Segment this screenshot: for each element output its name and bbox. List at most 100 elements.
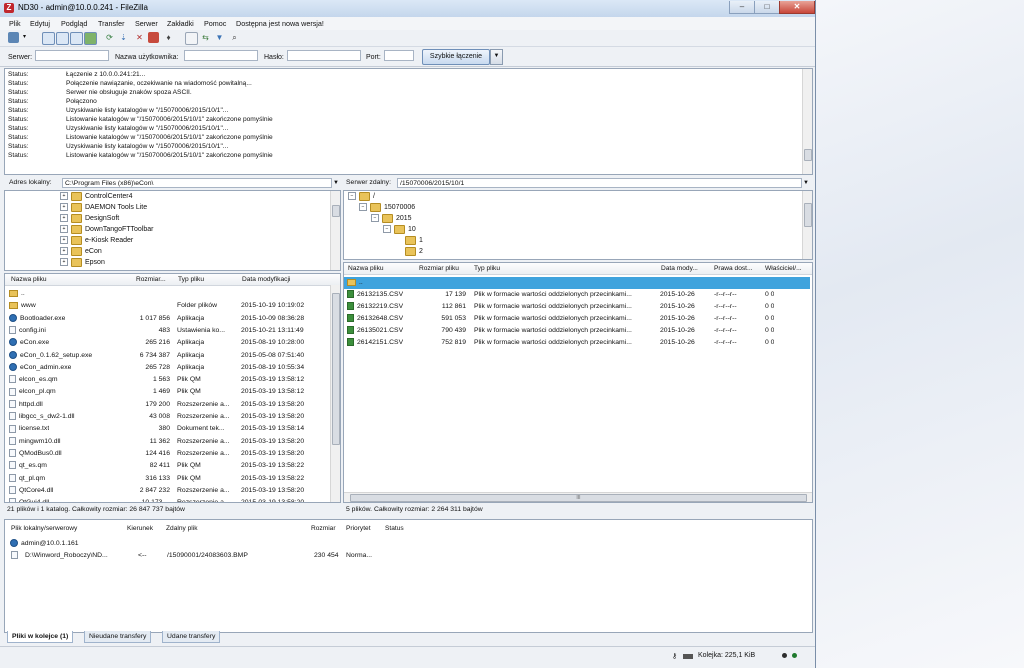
local-file-row[interactable]: QtCore4.dll 2 847 232 Rozszerzenie a... 201… [5, 485, 330, 497]
chevron-down-icon[interactable]: ▼ [802, 178, 810, 188]
local-file-scrollbar[interactable] [330, 285, 340, 502]
host-input[interactable] [35, 50, 109, 61]
log-scrollbar[interactable] [802, 69, 812, 174]
local-file-row[interactable]: httpd.dll 179 200 Rozszerzenie a... 2015-03… [5, 399, 330, 411]
tree-item[interactable]: 2 [405, 246, 423, 257]
remote-tree-scrollbar[interactable] [802, 191, 812, 259]
local-file-row[interactable]: license.txt 380 Dokument tek... 2015-03-19 … [5, 423, 330, 435]
filter-icon[interactable]: ▼ [214, 32, 225, 43]
tree-item[interactable]: + ControlCenter4 [60, 191, 132, 202]
column-header-size[interactable]: Rozmiar pliku [419, 265, 459, 272]
process-queue-icon[interactable]: ⇣ [118, 32, 129, 43]
dropdown-icon[interactable]: ▾ [21, 32, 28, 43]
expand-icon[interactable]: − [348, 192, 356, 201]
username-input[interactable] [184, 50, 258, 61]
queue-header-status[interactable]: Status [385, 525, 404, 532]
local-file-row[interactable]: elcon_es.qm 1 563 Plik QM 2015-03-19 13:58:… [5, 374, 330, 386]
column-header-date[interactable]: Data mody... [661, 265, 698, 272]
remote-hscroll-thumb[interactable]: III [350, 494, 807, 502]
directory-comparison-icon[interactable] [185, 32, 198, 45]
site-manager-icon[interactable] [8, 32, 19, 43]
tree-item[interactable]: − 10 [383, 224, 416, 235]
local-address-input[interactable]: C:\Program Files (x86)\eCon\ [62, 178, 332, 188]
queue-server-row[interactable]: admin@10.0.1.161 [10, 538, 79, 550]
remote-file-row[interactable]: 26132219.CSV 112 861 Plik w formacie warto… [344, 301, 810, 313]
local-file-row[interactable]: mingwm10.dll 11 362 Rozszerzenie a... 2015-… [5, 436, 330, 448]
local-file-row[interactable]: qt_pl.qm 316 133 Plik QM 2015-03-19 13:58:2… [5, 473, 330, 485]
local-file-row[interactable]: elcon_pl.qm 1 469 Plik QM 2015-03-19 13:58:… [5, 386, 330, 398]
menu-view[interactable]: Podgląd [61, 19, 87, 28]
expand-icon[interactable]: + [60, 214, 68, 223]
local-file-row[interactable]: .. [5, 288, 330, 300]
tree-item[interactable]: − 15070006 [359, 202, 415, 213]
local-file-row[interactable]: eCon.exe 265 216 Aplikacja 2015-08-19 10:28… [5, 337, 330, 349]
password-input[interactable] [287, 50, 361, 61]
tree-item[interactable]: + Epson [60, 257, 105, 268]
column-header-date[interactable]: Data modyfikacji [242, 276, 290, 283]
tree-item[interactable]: + e-Kiosk Reader [60, 235, 133, 246]
tree-item[interactable]: + DownTangoFTToolbar [60, 224, 153, 235]
expand-icon[interactable]: + [60, 258, 68, 267]
column-header-size[interactable]: Rozmiar... [136, 276, 166, 283]
local-file-row[interactable]: eCon_admin.exe 265 728 Aplikacja 2015-08-19… [5, 362, 330, 374]
local-file-row[interactable]: eCon_0.1.62_setup.exe 6 734 387 Aplikacja 2… [5, 350, 330, 362]
maximize-button[interactable]: □ [754, 1, 780, 14]
column-header-name[interactable]: Nazwa pliku [11, 276, 47, 283]
local-file-row[interactable]: qt_es.qm 82 411 Plik QM 2015-03-19 13:58:22 [5, 460, 330, 472]
tree-item[interactable]: − 2015 [371, 213, 412, 224]
sync-browsing-icon[interactable]: ⇆ [200, 32, 211, 43]
remote-tree-scroll-thumb[interactable] [804, 203, 812, 227]
local-file-row[interactable]: QtGui4.dll 10 173 ... Rozszerzenie a... 201… [5, 497, 330, 502]
menu-new-version[interactable]: Dostępna jest nowa wersja! [236, 19, 324, 28]
quickconnect-button[interactable]: Szybkie łączenie [422, 49, 490, 65]
menu-help[interactable]: Pomoc [204, 19, 226, 28]
expand-icon[interactable]: + [60, 225, 68, 234]
remote-file-row[interactable]: 26135021.CSV 790 439 Plik w formacie warto… [344, 325, 810, 337]
column-header-permissions[interactable]: Prawa dost... [714, 265, 752, 272]
toggle-queue-icon[interactable] [84, 32, 97, 45]
tree-item[interactable]: + eCon [60, 246, 102, 257]
expand-icon[interactable]: + [60, 192, 68, 201]
disconnect-icon[interactable] [148, 32, 159, 43]
local-file-row[interactable]: QModBus0.dll 124 416 Rozszerzenie a... 2015… [5, 448, 330, 460]
toggle-log-icon[interactable] [42, 32, 55, 45]
local-file-row[interactable]: Bootloader.exe 1 017 856 Aplikacja 2015-10-… [5, 313, 330, 325]
tree-item[interactable]: + DAEMON Tools Lite [60, 202, 147, 213]
expand-icon[interactable]: + [60, 236, 68, 245]
toggle-remote-tree-icon[interactable] [70, 32, 83, 45]
tree-item[interactable]: − / [348, 191, 375, 202]
remote-address-input[interactable]: /15070006/2015/10/1 [397, 178, 802, 188]
expand-icon[interactable]: + [60, 247, 68, 256]
column-header-type[interactable]: Typ pliku [474, 265, 500, 272]
reconnect-icon[interactable]: ♦ [163, 32, 174, 43]
tree-item[interactable]: 1 [405, 235, 423, 246]
toggle-local-tree-icon[interactable] [56, 32, 69, 45]
remote-file-row[interactable]: 26132135.CSV 17 139 Plik w formacie wartoś… [344, 289, 810, 301]
column-header-name[interactable]: Nazwa pliku [348, 265, 384, 272]
tree-item[interactable]: + DesignSoft [60, 213, 119, 224]
menu-file[interactable]: Plik [9, 19, 21, 28]
quickconnect-dropdown-button[interactable]: ▼ [490, 49, 503, 65]
remote-file-row[interactable]: 26142151.CSV 752 819 Plik w formacie warto… [344, 337, 810, 349]
remote-file-row[interactable]: .. [344, 277, 810, 289]
queue-header-direction[interactable]: Kierunek [127, 525, 153, 532]
cancel-icon[interactable]: ✕ [134, 32, 145, 43]
expand-icon[interactable]: − [371, 214, 379, 223]
menu-transfer[interactable]: Transfer [98, 19, 125, 28]
local-file-scroll-thumb[interactable] [332, 293, 340, 445]
expand-icon[interactable]: + [60, 203, 68, 212]
log-scroll-thumb[interactable] [804, 149, 812, 161]
queue-header-priority[interactable]: Priorytet [346, 525, 371, 532]
local-file-row[interactable]: www Folder plików 2015-10-19 10:19:02 [5, 300, 330, 312]
tab-queued-files[interactable]: Pliki w kolejce (1) [7, 631, 74, 643]
local-tree-scrollbar[interactable] [330, 191, 340, 270]
tab-successful-transfers[interactable]: Udane transfery [162, 631, 221, 643]
close-button[interactable]: ✕ [779, 1, 815, 14]
local-tree-scroll-thumb[interactable] [332, 205, 340, 217]
remote-file-row[interactable]: 26132648.CSV 591 053 Plik w formacie warto… [344, 313, 810, 325]
minimize-button[interactable]: – [729, 1, 755, 14]
menu-server[interactable]: Serwer [135, 19, 158, 28]
expand-icon[interactable]: − [383, 225, 391, 234]
chevron-down-icon[interactable]: ▼ [332, 178, 340, 188]
refresh-icon[interactable]: ⟳ [104, 32, 115, 43]
